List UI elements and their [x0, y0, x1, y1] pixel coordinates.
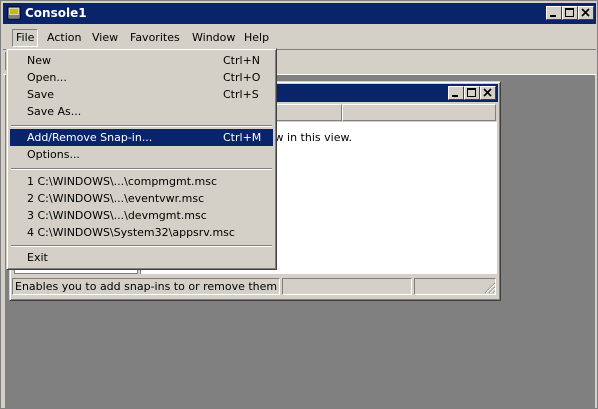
child-maximize-button[interactable]	[464, 86, 480, 100]
child-close-button[interactable]	[480, 86, 496, 100]
menu-item-options[interactable]: Options...	[10, 146, 273, 163]
resize-grip-icon[interactable]	[484, 282, 496, 294]
menu-bar: File Action View Favorites Window Help	[3, 26, 596, 48]
close-icon	[483, 88, 492, 97]
menu-separator	[11, 125, 272, 127]
menu-action[interactable]: Action	[43, 30, 85, 46]
minimize-icon	[550, 15, 556, 17]
menu-item-save-as[interactable]: Save As...	[10, 103, 273, 120]
menu-window[interactable]: Window	[188, 30, 239, 46]
close-button[interactable]	[578, 6, 594, 20]
title-bar[interactable]: Console1	[3, 3, 596, 24]
maximize-icon	[565, 8, 574, 17]
menu-separator	[11, 245, 272, 247]
status-text: Enables you to add snap-ins to or remove…	[12, 278, 280, 295]
close-icon	[581, 8, 590, 17]
menu-file[interactable]: File	[12, 29, 39, 47]
window-title: Console1	[25, 6, 87, 20]
menu-item-recent-4[interactable]: 4 C:\WINDOWS\System32\appsrv.msc	[10, 224, 273, 241]
menu-item-new[interactable]: New Ctrl+N	[10, 52, 273, 69]
status-panel-2	[282, 278, 412, 295]
menu-item-open[interactable]: Open... Ctrl+O	[10, 69, 273, 86]
minimize-icon	[452, 95, 458, 97]
file-menu-dropdown: New Ctrl+N Open... Ctrl+O Save Ctrl+S Sa…	[6, 48, 277, 270]
menu-item-recent-2[interactable]: 2 C:\WINDOWS\...\eventvwr.msc	[10, 190, 273, 207]
menu-item-save[interactable]: Save Ctrl+S	[10, 86, 273, 103]
maximize-button[interactable]	[562, 6, 578, 20]
menu-item-add-remove-snap-in[interactable]: Add/Remove Snap-in... Ctrl+M	[10, 129, 273, 146]
menu-view[interactable]: View	[88, 30, 122, 46]
status-bar: Enables you to add snap-ins to or remove…	[12, 278, 498, 296]
menu-separator	[11, 168, 272, 170]
child-minimize-button[interactable]	[448, 86, 464, 100]
column-header-extra[interactable]	[342, 104, 496, 121]
mmc-main-window: Console1 File Action View Favorites Wind…	[0, 0, 598, 409]
mmc-console-icon	[7, 6, 21, 20]
menu-item-recent-1[interactable]: 1 C:\WINDOWS\...\compmgmt.msc	[10, 173, 273, 190]
menu-item-exit[interactable]: Exit	[10, 249, 273, 266]
maximize-icon	[467, 88, 476, 97]
menu-help[interactable]: Help	[240, 30, 273, 46]
menu-favorites[interactable]: Favorites	[126, 30, 184, 46]
menu-item-recent-3[interactable]: 3 C:\WINDOWS\...\devmgmt.msc	[10, 207, 273, 224]
minimize-button[interactable]	[546, 6, 562, 20]
